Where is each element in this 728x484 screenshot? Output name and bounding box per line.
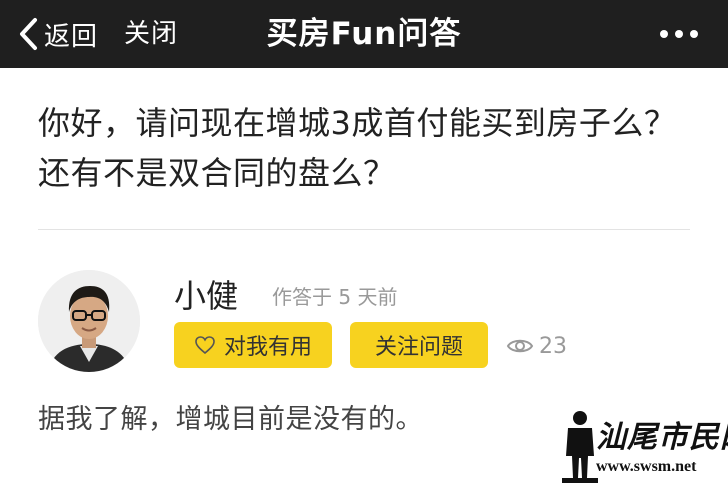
answer-timestamp: 作答于 5 天前: [272, 285, 398, 309]
person-silhouette-icon: [562, 411, 598, 483]
avatar[interactable]: [38, 270, 140, 372]
follow-question-button[interactable]: 关注问题: [350, 322, 488, 368]
navbar: 返回 关闭 买房Fun问答: [0, 0, 728, 68]
answerer-name[interactable]: 小健: [174, 276, 238, 316]
answer-body: 据我了解，增城目前是没有的。: [38, 404, 423, 435]
view-count-value: 23: [539, 333, 567, 359]
watermark-text: 汕尾市民网: [596, 420, 728, 455]
watermark: 汕尾市民网 www.swsm.net: [560, 408, 728, 484]
follow-label: 关注问题: [374, 335, 463, 360]
more-dots-icon[interactable]: [660, 22, 698, 46]
dot: [690, 30, 698, 38]
useful-label: 对我有用: [223, 335, 312, 360]
view-count: 23: [506, 332, 567, 360]
dot: [675, 30, 683, 38]
dot: [660, 30, 668, 38]
user-portrait-icon: [38, 270, 140, 372]
watermark-url: www.swsm.net: [596, 458, 697, 475]
useful-button[interactable]: 对我有用: [174, 322, 332, 368]
question-text: 你好，请问现在增城3成首付能买到房子么？还有不是双合同的盘么？: [38, 104, 677, 192]
divider: [38, 229, 690, 230]
heart-icon: [195, 336, 215, 355]
eye-icon: [506, 339, 534, 353]
page-title: 买房Fun问答: [266, 16, 462, 52]
